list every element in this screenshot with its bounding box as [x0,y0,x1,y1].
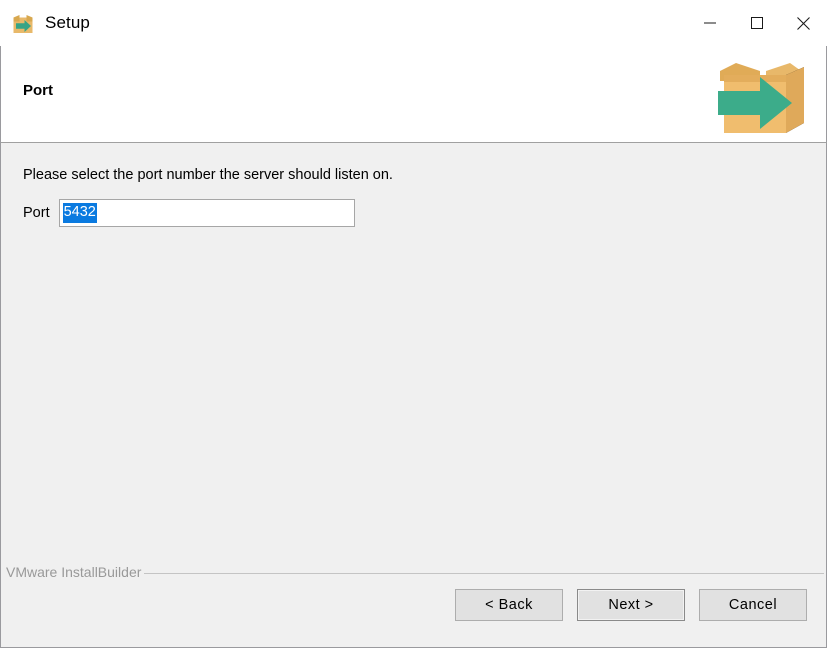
wizard-header: Port [0,46,827,143]
port-label: Port [23,205,50,221]
window-title: Setup [45,13,90,32]
maximize-icon [750,17,763,29]
open-box-with-green-arrow-icon [714,51,810,137]
close-icon [797,16,810,30]
port-input[interactable]: 5432 [58,199,355,227]
setup-wizard-window: Setup Port Please select the port number… [0,0,827,648]
minimize-button[interactable] [686,0,733,46]
page-title: Port [23,82,53,99]
wizard-body: Please select the port number the server… [0,143,827,560]
branding-label: VMware InstallBuilder [6,564,142,580]
instruction-text: Please select the port number the server… [23,167,393,183]
maximize-button[interactable] [733,0,780,46]
next-button[interactable]: Next > [577,589,685,621]
branding-divider [144,572,824,574]
back-button[interactable]: < Back [455,589,563,621]
cancel-button[interactable]: Cancel [699,589,807,621]
branding-row: VMware InstallBuilder [6,560,824,584]
close-button[interactable] [780,0,827,46]
port-input-value: 5432 [62,203,97,223]
wizard-footer: VMware InstallBuilder < Back Next > Canc… [0,560,827,648]
minimize-icon [703,22,716,24]
installer-box-icon [11,12,35,36]
title-bar: Setup [0,0,827,46]
dialog-button-bar: < Back Next > Cancel [455,589,807,621]
window-controls [686,0,827,46]
port-field-row: Port 5432 [23,199,355,227]
